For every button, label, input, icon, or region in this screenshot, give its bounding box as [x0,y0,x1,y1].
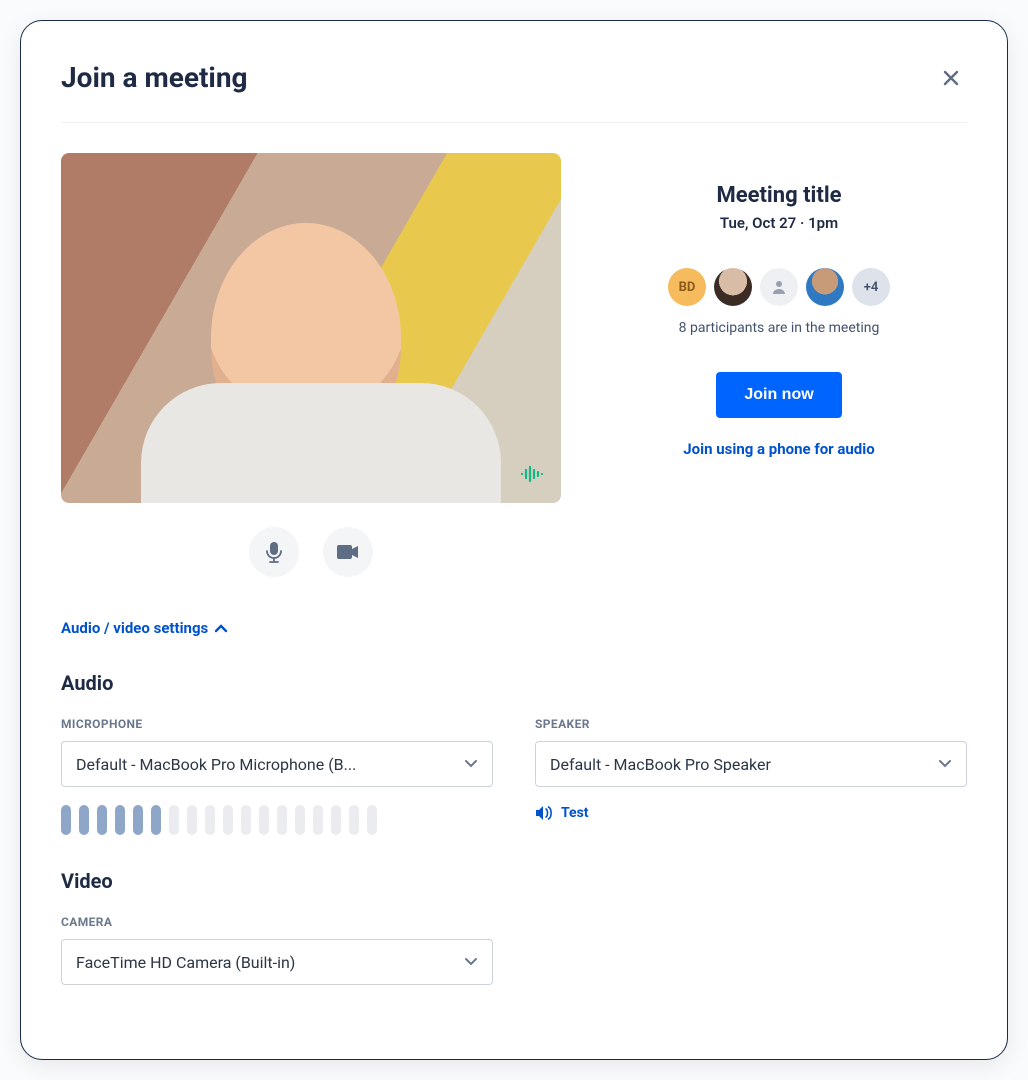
chevron-down-icon [938,759,952,769]
avatar-overflow[interactable]: +4 [852,268,890,306]
level-bar [133,805,143,835]
level-bar [151,805,161,835]
test-speaker-label: Test [561,805,589,821]
toggle-camera-button[interactable] [323,527,373,577]
microphone-column: MICROPHONE Default - MacBook Pro Microph… [61,703,493,835]
preview-column [61,153,561,577]
camera-select[interactable]: FaceTime HD Camera (Built-in) [61,939,493,985]
video-devices: CAMERA FaceTime HD Camera (Built-in) [61,901,967,985]
level-bar [331,805,341,835]
test-speaker-link[interactable]: Test [535,805,967,821]
camera-column: CAMERA FaceTime HD Camera (Built-in) [61,901,493,985]
avatar[interactable] [714,268,752,306]
level-bar [223,805,233,835]
level-bar [61,805,71,835]
meeting-info: Meeting title Tue, Oct 27 · 1pm BD +4 8 … [591,153,967,577]
camera-selected: FaceTime HD Camera (Built-in) [76,953,295,972]
level-bar [241,805,251,835]
video-section-title: Video [61,869,967,893]
audio-section-title: Audio [61,671,967,695]
speaker-icon [535,805,553,821]
toggle-mic-button[interactable] [249,527,299,577]
level-bar [259,805,269,835]
speaker-select[interactable]: Default - MacBook Pro Speaker [535,741,967,787]
participant-avatars: BD +4 [591,268,967,306]
speaker-selected: Default - MacBook Pro Speaker [550,755,771,774]
microphone-icon [264,541,284,563]
level-bar [97,805,107,835]
participants-count: 8 participants are in the meeting [591,320,967,336]
microphone-select[interactable]: Default - MacBook Pro Microphone (B... [61,741,493,787]
level-bar [169,805,179,835]
chevron-down-icon [464,759,478,769]
level-bar [349,805,359,835]
meeting-title: Meeting title [591,183,967,208]
waveform-icon [520,465,544,483]
camera-preview [61,153,561,503]
level-bar [367,805,377,835]
avatar-anonymous[interactable] [760,268,798,306]
level-bar [187,805,197,835]
modal-header: Join a meeting [61,61,967,123]
level-bar [79,805,89,835]
audio-devices: MICROPHONE Default - MacBook Pro Microph… [61,703,967,835]
meeting-datetime: Tue, Oct 27 · 1pm [591,214,967,232]
mic-level-meter [61,805,493,835]
modal-title: Join a meeting [61,61,248,94]
level-bar [115,805,125,835]
join-now-button[interactable]: Join now [716,372,841,418]
audio-indicator [517,459,547,489]
level-bar [205,805,215,835]
preview-controls [61,503,561,577]
person-icon [771,279,787,295]
av-settings-label: Audio / video settings [61,619,208,637]
modal-main: Meeting title Tue, Oct 27 · 1pm BD +4 8 … [61,123,967,577]
avatar[interactable] [806,268,844,306]
av-settings-toggle[interactable]: Audio / video settings [61,619,967,637]
avatar-initials[interactable]: BD [668,268,706,306]
speaker-column: SPEAKER Default - MacBook Pro Speaker Te… [535,703,967,835]
level-bar [295,805,305,835]
close-icon [941,68,961,88]
join-meeting-modal: Join a meeting [20,20,1008,1060]
close-button[interactable] [935,62,967,94]
microphone-label: MICROPHONE [61,717,493,731]
level-bar [277,805,287,835]
chevron-up-icon [214,623,228,633]
microphone-selected: Default - MacBook Pro Microphone (B... [76,755,356,774]
level-bar [313,805,323,835]
camera-label: CAMERA [61,915,493,929]
camera-icon [336,543,360,561]
chevron-down-icon [464,957,478,967]
join-by-phone-link[interactable]: Join using a phone for audio [591,440,967,458]
speaker-label: SPEAKER [535,717,967,731]
